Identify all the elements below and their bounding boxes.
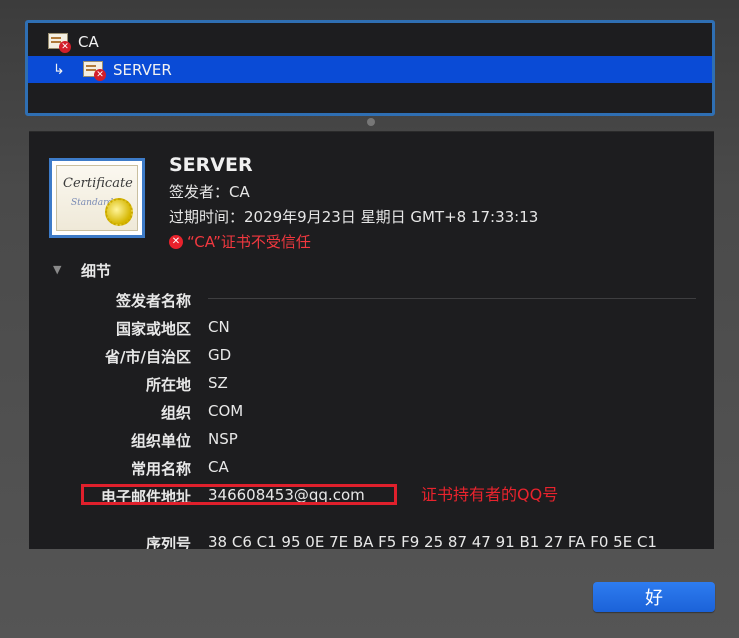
- group-divider: [208, 298, 696, 299]
- field-value-serial: 38 C6 C1 95 0E 7E BA F5 F9 25 87 47 91 B…: [208, 533, 657, 549]
- field-label-common-name: 常用名称: [130, 460, 191, 478]
- field-value-province: GD: [208, 346, 232, 364]
- certificate-chain-list[interactable]: ✕ CA ↳ ✕ SERVER: [25, 20, 715, 116]
- ok-button[interactable]: 好: [593, 582, 715, 612]
- disclosure-triangle-icon[interactable]: ▼: [53, 263, 61, 276]
- error-icon: ✕: [169, 234, 183, 249]
- chain-item-server[interactable]: ↳ ✕ SERVER: [28, 56, 712, 83]
- field-label-org-unit: 组织单位: [130, 432, 191, 450]
- certificate-icon: Certificate Standard: [49, 158, 145, 238]
- field-value-locality: SZ: [208, 374, 228, 392]
- field-value-country: CN: [208, 318, 230, 336]
- chain-item-ca[interactable]: ✕ CA: [28, 28, 712, 55]
- chain-item-label: SERVER: [113, 60, 172, 79]
- expiry-line: 过期时间：2029年9月23日 星期日 GMT+8 17:33:13: [169, 208, 539, 226]
- trust-warning: ✕ “CA”证书不受信任: [169, 231, 311, 252]
- seal-icon: [105, 198, 133, 226]
- annotation-text: 证书持有者的QQ号: [421, 485, 559, 504]
- field-value-org-unit: NSP: [208, 430, 238, 448]
- field-label-province: 省/市/自治区: [105, 348, 191, 366]
- issuer-line: 签发者：CA: [169, 183, 250, 201]
- field-label-country: 国家或地区: [115, 320, 191, 338]
- details-section-label: 细节: [81, 262, 112, 280]
- certificate-detail-panel[interactable]: Certificate Standard SERVER 签发者：CA 过期时间：…: [29, 131, 714, 549]
- certificate-sheet: ✕ CA ↳ ✕ SERVER Certificate Standard SER…: [0, 0, 739, 638]
- field-value-organization: COM: [208, 402, 244, 420]
- untrusted-certificate-icon: ✕: [48, 33, 71, 53]
- field-value-common-name: CA: [208, 458, 229, 476]
- chain-item-label: CA: [78, 32, 99, 51]
- child-arrow-icon: ↳: [53, 61, 65, 78]
- field-label-serial: 序列号: [145, 535, 191, 549]
- certificate-name: SERVER: [169, 154, 253, 176]
- issuer-name-group-label: 签发者名称: [115, 292, 191, 310]
- untrusted-certificate-icon: ✕: [83, 61, 106, 81]
- split-view-handle[interactable]: [367, 118, 375, 126]
- field-label-organization: 组织: [160, 404, 191, 422]
- email-highlight-box: [81, 484, 397, 505]
- trust-warning-text: “CA”证书不受信任: [187, 233, 311, 251]
- field-label-locality: 所在地: [145, 376, 191, 394]
- certificate-image-title: Certificate: [63, 176, 133, 191]
